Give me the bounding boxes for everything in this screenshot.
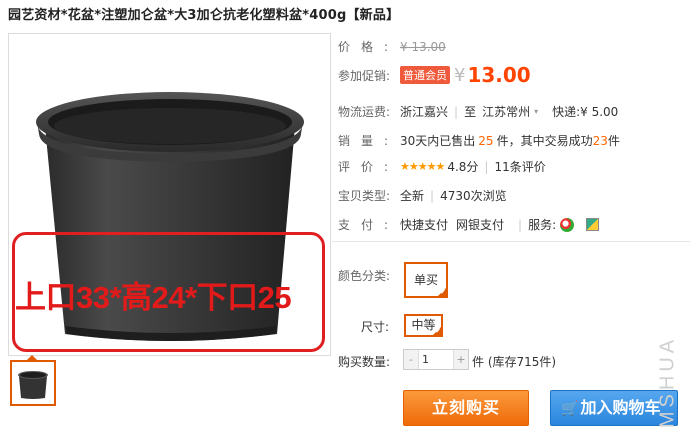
promo-price: 13.00 [467, 63, 531, 87]
credit-card-icon[interactable] [586, 218, 600, 231]
ship-to-word: 至 [464, 105, 477, 119]
cart-icon: 🛒 [561, 401, 579, 417]
seven-day-return-icon[interactable] [560, 217, 575, 232]
sales-label: 销量: [338, 134, 400, 148]
currency-symbol: ¥ [454, 64, 466, 86]
product-title: 园艺资材*花盆*注塑加仑盆*大3加仑抗老化塑料盆*400g【新品】 [8, 8, 400, 23]
check-icon: ✔ [435, 327, 441, 335]
sales-count: 25 [478, 133, 494, 148]
divider-bar: | [454, 104, 459, 119]
dimension-label: 上口33*高24*下口25 [15, 280, 292, 315]
size-label: 尺寸: [361, 320, 390, 334]
ship-from: 浙江嘉兴 [400, 105, 449, 119]
payment-row: 支付: 快捷支付 网银支付 | 服务: [338, 216, 600, 233]
divider-bar: | [430, 188, 435, 203]
sales-suffix: 件 [607, 134, 620, 148]
product-thumbnail[interactable] [10, 360, 56, 406]
rating-row: 评价: ★★★★★ 4.8分 | 11条评价 [338, 158, 546, 175]
color-option-single[interactable]: 单买 ✔ [404, 262, 448, 298]
increment-button[interactable]: + [454, 350, 468, 369]
sales-prefix: 30天内已售出 [400, 134, 476, 148]
buy-now-button[interactable]: 立刻购买 [403, 390, 529, 426]
type-row: 宝贝类型: 全新 | 4730次浏览 [338, 187, 507, 204]
star-rating-icon: ★★★★★ [400, 160, 445, 173]
payment-label: 支付: [338, 218, 400, 232]
promo-label: 参加促销: [338, 68, 391, 83]
original-price: ¥ 13.00 [400, 39, 446, 54]
section-divider [332, 241, 690, 242]
reviews-link[interactable]: 11条评价 [494, 158, 545, 175]
success-count: 23 [592, 133, 608, 148]
decrement-button[interactable]: - [404, 350, 418, 369]
ship-to-select[interactable]: 江苏常州 [482, 103, 530, 120]
rating-score: 4.8分 [447, 160, 479, 174]
divider-bar: | [484, 159, 489, 174]
rating-label: 评价: [338, 160, 400, 174]
member-badge: 普通会员 [400, 66, 450, 84]
price-row: 价格: ¥ 13.00 [338, 38, 446, 55]
size-option-medium[interactable]: 中等 ✔ [404, 314, 443, 337]
main-product-image[interactable]: 上口33*高24*下口25 [8, 33, 331, 356]
quantity-input[interactable]: 1 [418, 350, 454, 369]
quantity-label: 购买数量: [338, 355, 391, 369]
check-icon: ✔ [440, 288, 446, 296]
price-label: 价格: [338, 40, 400, 54]
add-to-cart-label: 加入购物车 [580, 398, 661, 417]
thumbnail-pot-image [18, 371, 48, 399]
color-label: 颜色分类: [338, 269, 391, 283]
express-fee: 快递:¥ 5.00 [552, 105, 619, 119]
service-label: 服务: [528, 218, 557, 232]
watermark: MSHUA [656, 335, 679, 429]
stock-info: 件 (库存715件) [472, 355, 557, 369]
type-label: 宝贝类型: [338, 189, 391, 203]
shipping-row: 物流运费: 浙江嘉兴 | 至 江苏常州 ▾ 快递:¥ 5.00 [338, 103, 618, 120]
promo-row: 参加促销: 普通会员 ¥ 13.00 [338, 63, 531, 87]
divider-bar: | [518, 217, 523, 232]
condition-value: 全新 [400, 189, 425, 203]
sales-mid: 件，其中交易成功 [496, 134, 593, 148]
quantity-stepper: - 1 + [403, 349, 469, 370]
shipping-label: 物流运费: [338, 105, 391, 119]
view-count: 4730次浏览 [440, 189, 507, 203]
chevron-down-icon[interactable]: ▾ [534, 107, 538, 116]
sales-row: 销量: 30天内已售出 25 件，其中交易成功 23 件 [338, 132, 620, 149]
payment-method-quick: 快捷支付 [400, 218, 449, 232]
payment-method-bank: 网银支付 [456, 218, 505, 232]
